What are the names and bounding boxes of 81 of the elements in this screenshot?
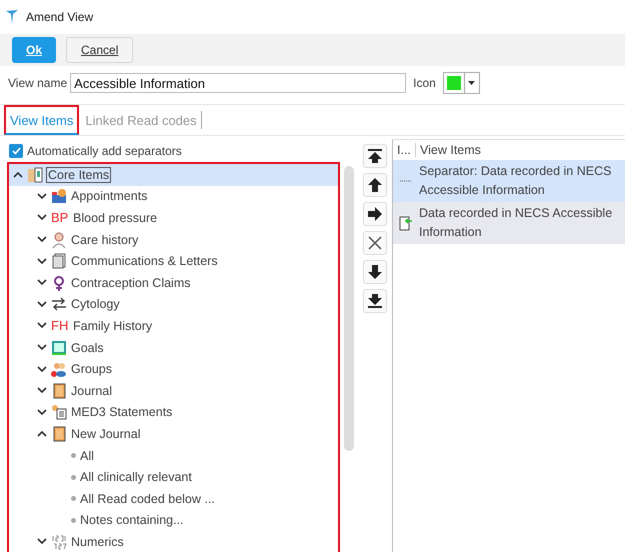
tree-item[interactable]: Notes containing... <box>9 510 338 532</box>
tree-item[interactable]: Care history <box>9 228 338 250</box>
column-header: View Items <box>419 143 481 157</box>
expand-icon[interactable] <box>37 300 47 308</box>
scrollbar[interactable] <box>344 166 354 451</box>
move-button[interactable] <box>363 144 387 168</box>
tree-item[interactable]: Goals <box>9 336 338 358</box>
move-button[interactable] <box>363 289 387 313</box>
tree-item[interactable]: Numerics <box>9 531 338 552</box>
move-button[interactable] <box>363 202 387 226</box>
move-up-icon <box>367 177 383 193</box>
icon-label: Icon <box>413 76 436 90</box>
tree-item[interactable]: Groups <box>9 358 338 380</box>
bullet-icon <box>71 496 76 502</box>
separator-icon <box>400 180 412 182</box>
list-row[interactable]: Separator: Data recorded in NECS Accessible Information <box>393 160 625 202</box>
list-row-text: Data recorded in NECS Accessible Information <box>419 205 614 241</box>
female-symbol-icon <box>51 274 67 291</box>
tree-item[interactable]: BP Blood pressure <box>9 207 338 229</box>
people-icon <box>51 361 67 378</box>
tree-item[interactable]: New Journal <box>9 423 338 445</box>
expand-icon[interactable] <box>37 236 47 244</box>
document-icon <box>51 253 67 270</box>
cancel-button[interactable]: Cancel <box>66 37 134 63</box>
move-down-icon <box>367 264 383 280</box>
checkbox[interactable] <box>9 144 23 158</box>
checkbox-label: Automatically add separators <box>27 144 182 158</box>
view-name-field[interactable]: Accessible Information <box>70 73 406 93</box>
tree-item[interactable]: Communications & Letters <box>9 250 338 272</box>
move-to-bottom-icon <box>367 293 383 309</box>
list-icon <box>51 404 67 420</box>
expand-icon[interactable] <box>37 279 47 286</box>
move-button[interactable] <box>363 173 387 197</box>
app-logo-icon <box>6 10 18 24</box>
move-button[interactable] <box>363 260 387 284</box>
add-arrow-icon <box>367 206 383 222</box>
tree-item[interactable]: All <box>9 444 338 466</box>
person-icon <box>51 232 67 248</box>
expand-icon[interactable] <box>37 408 47 416</box>
bullet-icon <box>71 474 76 480</box>
tree-item[interactable]: Cytology <box>9 294 338 316</box>
tree-item[interactable]: Appointments <box>9 186 338 208</box>
dropdown-icon <box>468 81 476 85</box>
binder-icon <box>27 166 43 183</box>
collapse-icon[interactable] <box>13 171 23 178</box>
expand-icon[interactable] <box>37 538 47 546</box>
view-name-label: View name <box>8 76 68 90</box>
tree-item[interactable]: Contraception Claims <box>9 272 338 294</box>
window-title: Amend View <box>26 10 94 24</box>
tree-item[interactable]: All Read coded below ... <box>9 488 338 510</box>
expand-icon[interactable] <box>37 214 47 222</box>
tree-item[interactable]: All clinically relevant <box>9 466 338 488</box>
tab[interactable]: View Items <box>4 105 80 135</box>
picture-frame-icon <box>51 340 67 356</box>
collapse-icon[interactable] <box>37 430 47 438</box>
expand-icon[interactable] <box>37 322 47 330</box>
list-row[interactable]: Data recorded in NECS Accessible Information <box>393 202 625 244</box>
expand-icon[interactable] <box>37 344 47 352</box>
expand-icon[interactable] <box>37 192 47 200</box>
tree-item[interactable]: Journal <box>9 380 338 402</box>
badge-text: FH <box>51 318 69 334</box>
expand-icon[interactable] <box>37 258 47 265</box>
column-header: I... <box>393 143 416 157</box>
bullet-icon <box>71 518 76 523</box>
book-icon <box>51 382 67 399</box>
tree-item[interactable]: MED3 Statements <box>9 402 338 424</box>
document-arrow-icon <box>399 215 413 231</box>
badge-text: BP <box>51 210 69 226</box>
tree-item[interactable]: FH Family History <box>9 315 338 337</box>
arrows-icon <box>51 296 67 312</box>
checkmark-icon <box>12 147 20 155</box>
numbers-icon <box>51 534 67 550</box>
book-icon <box>51 426 67 442</box>
tree-item[interactable]: Core Items <box>9 164 338 186</box>
list-row-text: Separator: Data recorded in NECS Accessible Information <box>419 163 612 199</box>
expand-icon[interactable] <box>37 387 47 394</box>
bullet-icon <box>71 453 76 458</box>
calendar-clock-icon <box>51 188 67 204</box>
expand-icon[interactable] <box>37 366 47 373</box>
remove-icon <box>367 235 383 251</box>
move-to-top-icon <box>367 148 383 164</box>
